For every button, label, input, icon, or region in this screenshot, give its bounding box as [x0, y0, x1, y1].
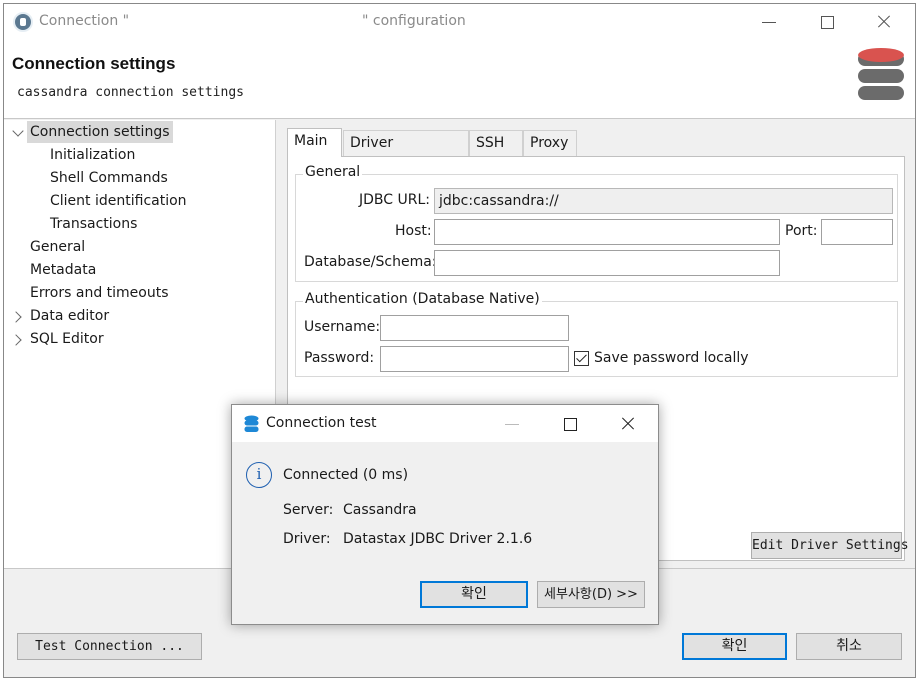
maximize-icon[interactable] — [560, 414, 580, 434]
jdbc-url-label: JDBC URL: — [359, 192, 430, 208]
details-button[interactable]: 세부사항(D) >> — [537, 581, 645, 608]
general-group: General JDBC URL: jdbc:cassandra:// Host… — [295, 164, 898, 282]
connection-status-message: Connected (0 ms) — [283, 467, 409, 483]
window-title-right: " configuration — [362, 13, 466, 29]
close-icon[interactable] — [618, 414, 638, 434]
tab-ssh[interactable]: SSH — [469, 130, 523, 156]
database-icon — [858, 48, 904, 100]
authentication-group-title: Authentication (Database Native) — [303, 291, 542, 307]
database-schema-field[interactable] — [434, 250, 780, 276]
dialog-title: Connection test — [266, 415, 377, 431]
dialog-title-bar: Connection test — [232, 405, 658, 442]
general-group-title: General — [303, 164, 363, 180]
save-password-checkbox[interactable] — [574, 351, 589, 366]
server-value: Cassandra — [343, 502, 417, 518]
tab-proxy[interactable]: Proxy — [523, 130, 577, 156]
tree-item-metadata[interactable]: Metadata — [30, 259, 96, 281]
authentication-group: Authentication (Database Native) Usernam… — [295, 291, 898, 377]
edit-driver-settings-button[interactable]: Edit Driver Settings — [751, 532, 909, 559]
chevron-down-icon[interactable] — [12, 125, 24, 137]
save-password-label: Save password locally — [594, 350, 749, 366]
page-title: Connection settings — [12, 54, 176, 73]
chevron-right-icon[interactable] — [10, 334, 22, 346]
server-label: Server: — [283, 502, 334, 518]
minimize-icon[interactable] — [502, 414, 522, 434]
tree-item-sql-editor[interactable]: SQL Editor — [30, 328, 104, 350]
tree-item-client-identification[interactable]: Client identification — [50, 190, 187, 212]
test-connection-button[interactable]: Test Connection ... — [17, 633, 202, 660]
tree-item-initialization[interactable]: Initialization — [50, 144, 135, 166]
tree-item-errors-and-timeouts[interactable]: Errors and timeouts — [30, 282, 169, 304]
database-icon — [244, 415, 259, 432]
maximize-icon[interactable] — [817, 12, 837, 32]
port-field[interactable] — [821, 219, 893, 245]
host-label: Host: — [395, 223, 432, 239]
info-icon: i — [246, 462, 272, 488]
tree-item-general[interactable]: General — [30, 236, 85, 258]
jdbc-url-field[interactable]: jdbc:cassandra:// — [434, 188, 893, 214]
cancel-button[interactable]: 취소 — [796, 633, 902, 660]
password-label: Password: — [304, 350, 375, 366]
tree-item-shell-commands[interactable]: Shell Commands — [50, 167, 168, 189]
driver-label: Driver: — [283, 531, 331, 547]
host-field[interactable] — [434, 219, 780, 245]
tree-item-data-editor[interactable]: Data editor — [30, 305, 109, 327]
tree-item-transactions[interactable]: Transactions — [50, 213, 137, 235]
chevron-right-icon[interactable] — [10, 311, 22, 323]
tab-main[interactable]: Main — [287, 128, 342, 157]
close-icon[interactable] — [874, 12, 894, 32]
tab-driver-properties[interactable]: Driver properties — [343, 130, 469, 175]
dbeaver-app-icon — [13, 12, 33, 32]
window-title-left: Connection " — [39, 13, 130, 29]
username-field[interactable] — [380, 315, 569, 341]
dialog-ok-button[interactable]: 확인 — [420, 581, 528, 608]
tree-item-connection-settings[interactable]: Connection settings — [27, 121, 173, 143]
connection-test-dialog: Connection test i Connected (0 ms) Serve… — [231, 404, 659, 625]
driver-value: Datastax JDBC Driver 2.1.6 — [343, 531, 533, 547]
database-schema-label: Database/Schema: — [304, 254, 437, 270]
minimize-icon[interactable] — [759, 12, 779, 32]
page-subtitle: cassandra connection settings — [17, 85, 244, 100]
page-header: Connection settings cassandra connection… — [4, 40, 915, 119]
username-label: Username: — [304, 319, 381, 335]
password-field[interactable] — [380, 346, 569, 372]
title-bar: Connection " " configuration — [4, 4, 915, 40]
ok-button[interactable]: 확인 — [682, 633, 787, 660]
port-label: Port: — [785, 223, 818, 239]
